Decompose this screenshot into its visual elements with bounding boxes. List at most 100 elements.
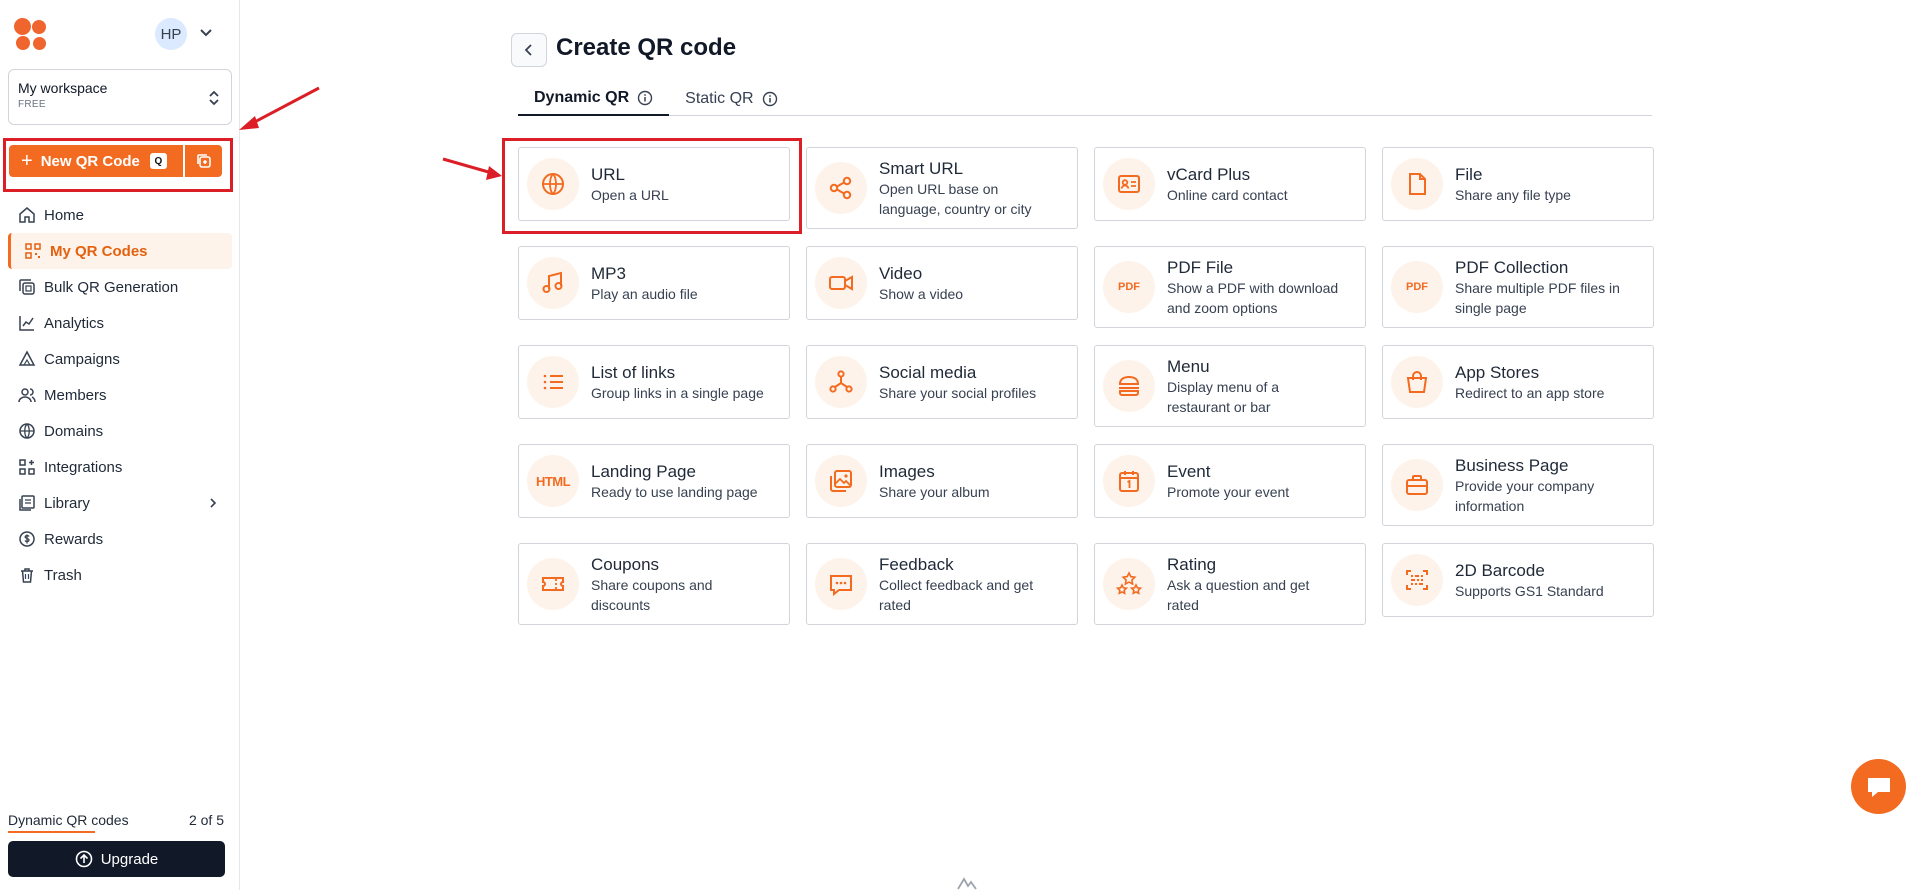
briefcase-icon [1406, 475, 1428, 495]
ticket-icon [542, 577, 564, 591]
sidebar-item-trash[interactable]: Trash [8, 557, 232, 593]
sidebar-item-analytics[interactable]: Analytics [8, 305, 232, 341]
card-title: Coupons [591, 554, 660, 574]
library-icon [19, 495, 35, 511]
rewards-icon [19, 531, 35, 547]
card-desc: Supports GS1 Standard [1455, 582, 1604, 599]
qr-type-card-pdf-file[interactable]: PDF PDF File Show a PDF with download and… [1094, 246, 1366, 328]
card-title: Landing Page [591, 461, 696, 481]
qr-type-card-images[interactable]: Images Share your album [806, 444, 1078, 518]
qr-type-card-social-media[interactable]: Social media Share your social profiles [806, 345, 1078, 419]
card-desc: Ready to use landing page [591, 483, 758, 500]
qr-type-card-mp3[interactable]: MP3 Play an audio file [518, 246, 790, 320]
card-title: Menu [1167, 356, 1210, 376]
pdf-collection-icon: PDF [1406, 281, 1428, 293]
avatar[interactable]: HP [155, 18, 187, 50]
arrow-up-circle-icon [75, 850, 93, 868]
annotation-arrow-icon [239, 86, 320, 130]
sidebar-item-rewards[interactable]: Rewards [8, 521, 232, 557]
card-title: Feedback [879, 554, 954, 574]
sidebar-item-label: Analytics [44, 314, 105, 332]
qr-type-card-landing-page[interactable]: HTML Landing Page Ready to use landing pa… [518, 444, 790, 518]
sidebar-item-my-qr-codes[interactable]: My QR Codes [8, 233, 232, 269]
sidebar-item-label: Trash [44, 566, 82, 584]
bulk-icon [19, 279, 35, 295]
card-title: Rating [1167, 554, 1217, 574]
card-desc: Group links in a single page [591, 384, 764, 401]
home-icon [19, 207, 35, 223]
qr-type-card-app-stores[interactable]: App Stores Redirect to an app store [1382, 345, 1654, 419]
qr-type-card-event[interactable]: Event Promote your event [1094, 444, 1366, 518]
video-icon [829, 275, 853, 291]
sidebar-item-bulk-qr-generation[interactable]: Bulk QR Generation [8, 269, 232, 305]
card-title: PDF Collection [1455, 257, 1569, 277]
footer-logo-icon [957, 877, 977, 890]
usage-count: 2 of 5 [188, 812, 224, 828]
card-title: App Stores [1455, 362, 1540, 382]
chat-support-button[interactable] [1851, 759, 1906, 814]
sidebar-item-campaigns[interactable]: Campaigns [8, 341, 232, 377]
html-icon: HTML [535, 473, 571, 489]
qr-type-tabs: Dynamic QR Static QR [518, 82, 1652, 116]
annotation-arrow-icon [442, 157, 502, 180]
card-title: Smart URL [879, 158, 964, 178]
card-desc: Provide your company information [1455, 477, 1595, 514]
burger-icon [1118, 375, 1140, 396]
workspace-selector[interactable]: My workspace FREE [8, 69, 232, 125]
music-icon [542, 271, 563, 293]
highlight-box-url-card [502, 138, 802, 234]
qr-type-card-2d-barcode[interactable]: 2D Barcode Supports GS1 Standard [1382, 543, 1654, 617]
calendar-icon [1119, 471, 1139, 492]
card-title: List of links [591, 362, 676, 382]
info-icon[interactable] [637, 90, 653, 106]
card-desc: Collect feedback and get rated [879, 576, 1034, 613]
chevron-down-icon[interactable] [198, 24, 214, 40]
sidebar-item-library[interactable]: Library [8, 485, 232, 521]
qr-type-card-video[interactable]: Video Show a video [806, 246, 1078, 320]
card-desc: Share multiple PDF files in single page [1455, 279, 1620, 316]
card-desc: Ask a question and get rated [1167, 576, 1310, 613]
barcode-icon [1406, 570, 1428, 590]
card-desc: Share coupons and discounts [591, 576, 713, 613]
analytics-icon [19, 316, 34, 331]
sidebar-item-home[interactable]: Home [8, 197, 232, 233]
qr-type-card-coupons[interactable]: Coupons Share coupons and discounts [518, 543, 790, 625]
tab-dynamic-qr[interactable]: Dynamic QR [518, 82, 670, 116]
usage-counter: Dynamic QR codes 2 of 5 [8, 812, 224, 828]
card-title: PDF File [1167, 257, 1234, 277]
sidebar-item-label: Library [44, 494, 90, 512]
chevron-left-icon [524, 44, 532, 56]
trash-icon [21, 568, 33, 583]
qr-type-card-feedback[interactable]: Feedback Collect feedback and get rated [806, 543, 1078, 625]
highlight-box-new-qr [3, 138, 233, 192]
usage-label: Dynamic QR codes [8, 812, 129, 828]
upgrade-button[interactable]: Upgrade [8, 841, 225, 877]
back-button[interactable] [511, 33, 547, 67]
stars-icon [1115, 571, 1143, 595]
card-desc: Share your album [879, 483, 990, 500]
tab-label: Static QR [685, 90, 754, 107]
card-desc: Promote your event [1167, 483, 1290, 500]
list-icon [543, 374, 563, 390]
tab-static-qr[interactable]: Static QR [669, 82, 793, 116]
sidebar-item-members[interactable]: Members [8, 377, 232, 413]
qr-type-card-vcard-plus[interactable]: vCard Plus Online card contact [1094, 147, 1366, 221]
sidebar-item-integrations[interactable]: Integrations [8, 449, 232, 485]
qr-type-card-business-page[interactable]: Business Page Provide your company inform… [1382, 444, 1654, 526]
qr-type-card-pdf-collection[interactable]: PDF PDF Collection Share multiple PDF fil… [1382, 246, 1654, 328]
qr-type-card-file[interactable]: File Share any file type [1382, 147, 1654, 221]
card-title: 2D Barcode [1455, 560, 1545, 580]
chevron-right-icon [210, 498, 217, 508]
info-icon[interactable] [762, 91, 778, 107]
qr-type-card-list-of-links[interactable]: List of links Group links in a single pag… [518, 345, 790, 419]
share-icon [829, 176, 852, 200]
sidebar-item-domains[interactable]: Domains [8, 413, 232, 449]
chat-icon [830, 575, 852, 597]
qr-type-card-smart-url[interactable]: Smart URL Open URL base on language, coun… [806, 147, 1078, 229]
integrations-icon [19, 459, 35, 475]
qr-type-card-rating[interactable]: Rating Ask a question and get rated [1094, 543, 1366, 625]
sidebar-nav: Home My QR Codes Bulk QR Generation Anal… [8, 197, 232, 593]
brand-logo[interactable] [14, 18, 50, 52]
tab-label: Dynamic QR [534, 89, 630, 106]
qr-type-card-menu[interactable]: Menu Display menu of a restaurant or bar [1094, 345, 1366, 427]
